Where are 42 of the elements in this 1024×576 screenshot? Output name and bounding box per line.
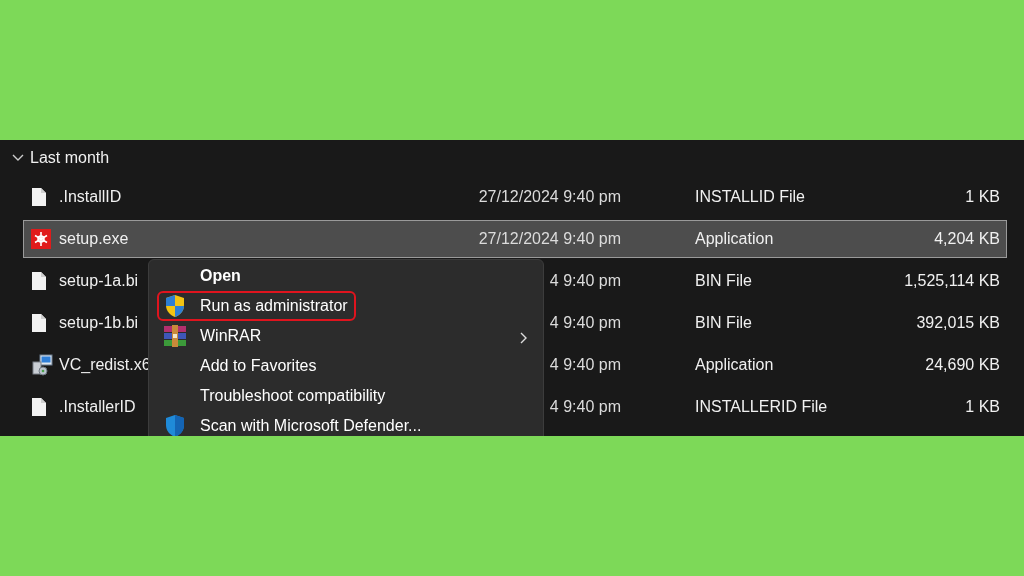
file-type: BIN File [695,272,752,290]
file-name: setup-1b.bi [59,314,139,332]
file-name: setup.exe [59,230,129,248]
file-icon [31,397,47,417]
file-name: VC_redist.x6 [59,356,151,374]
file-name: .InstallID [59,188,122,206]
date-modified: 4 9:40 pm [549,314,621,332]
file-type: Application [695,230,774,248]
snowflake-icon [31,229,51,249]
file-size: 1,525,114 KB [904,272,1000,290]
date-modified: 27/12/2024 9:40 pm [478,188,621,206]
file-type: INSTALLID File [695,188,805,206]
menu-item[interactable]: Scan with Microsoft Defender... [157,411,430,436]
menu-item[interactable]: Open [157,261,249,291]
file-size: 1 KB [965,398,1000,416]
file-type: INSTALLERID File [695,398,828,416]
date-modified: 4 9:40 pm [549,272,621,290]
date-modified: 27/12/2024 9:40 pm [478,230,621,248]
file-size: 1 KB [965,188,1000,206]
file-type: BIN File [695,314,752,332]
menu-item[interactable]: Troubleshoot compatibility [157,381,394,411]
file-icon [31,187,47,207]
date-modified: 4 9:40 pm [549,356,621,374]
menu-item[interactable]: WinRAR [157,321,270,351]
shield-icon [164,414,186,436]
shield-icon [164,294,186,318]
file-size: 392,015 KB [916,314,1000,332]
file-size: 24,690 KB [925,356,1000,374]
file-size: 4,204 KB [934,230,1000,248]
installer-icon [31,354,53,376]
archive-icon [163,325,187,347]
file-icon [31,271,47,291]
menu-item[interactable]: Add to Favorites [157,351,325,381]
chevron-icon[interactable] [12,154,24,162]
file-name: .InstallerID [59,398,136,416]
file-row[interactable]: setup.exe 27/12/2024 9:40 pm Application 4,204 KB [23,220,1007,258]
date-modified: 4 9:40 pm [549,398,621,416]
file-name: setup-1a.bi [59,272,139,290]
file-icon [31,313,47,333]
file-type: Application [695,356,774,374]
group-header[interactable]: Last month [30,149,110,167]
menu-item[interactable]: Run as administrator [157,291,356,321]
